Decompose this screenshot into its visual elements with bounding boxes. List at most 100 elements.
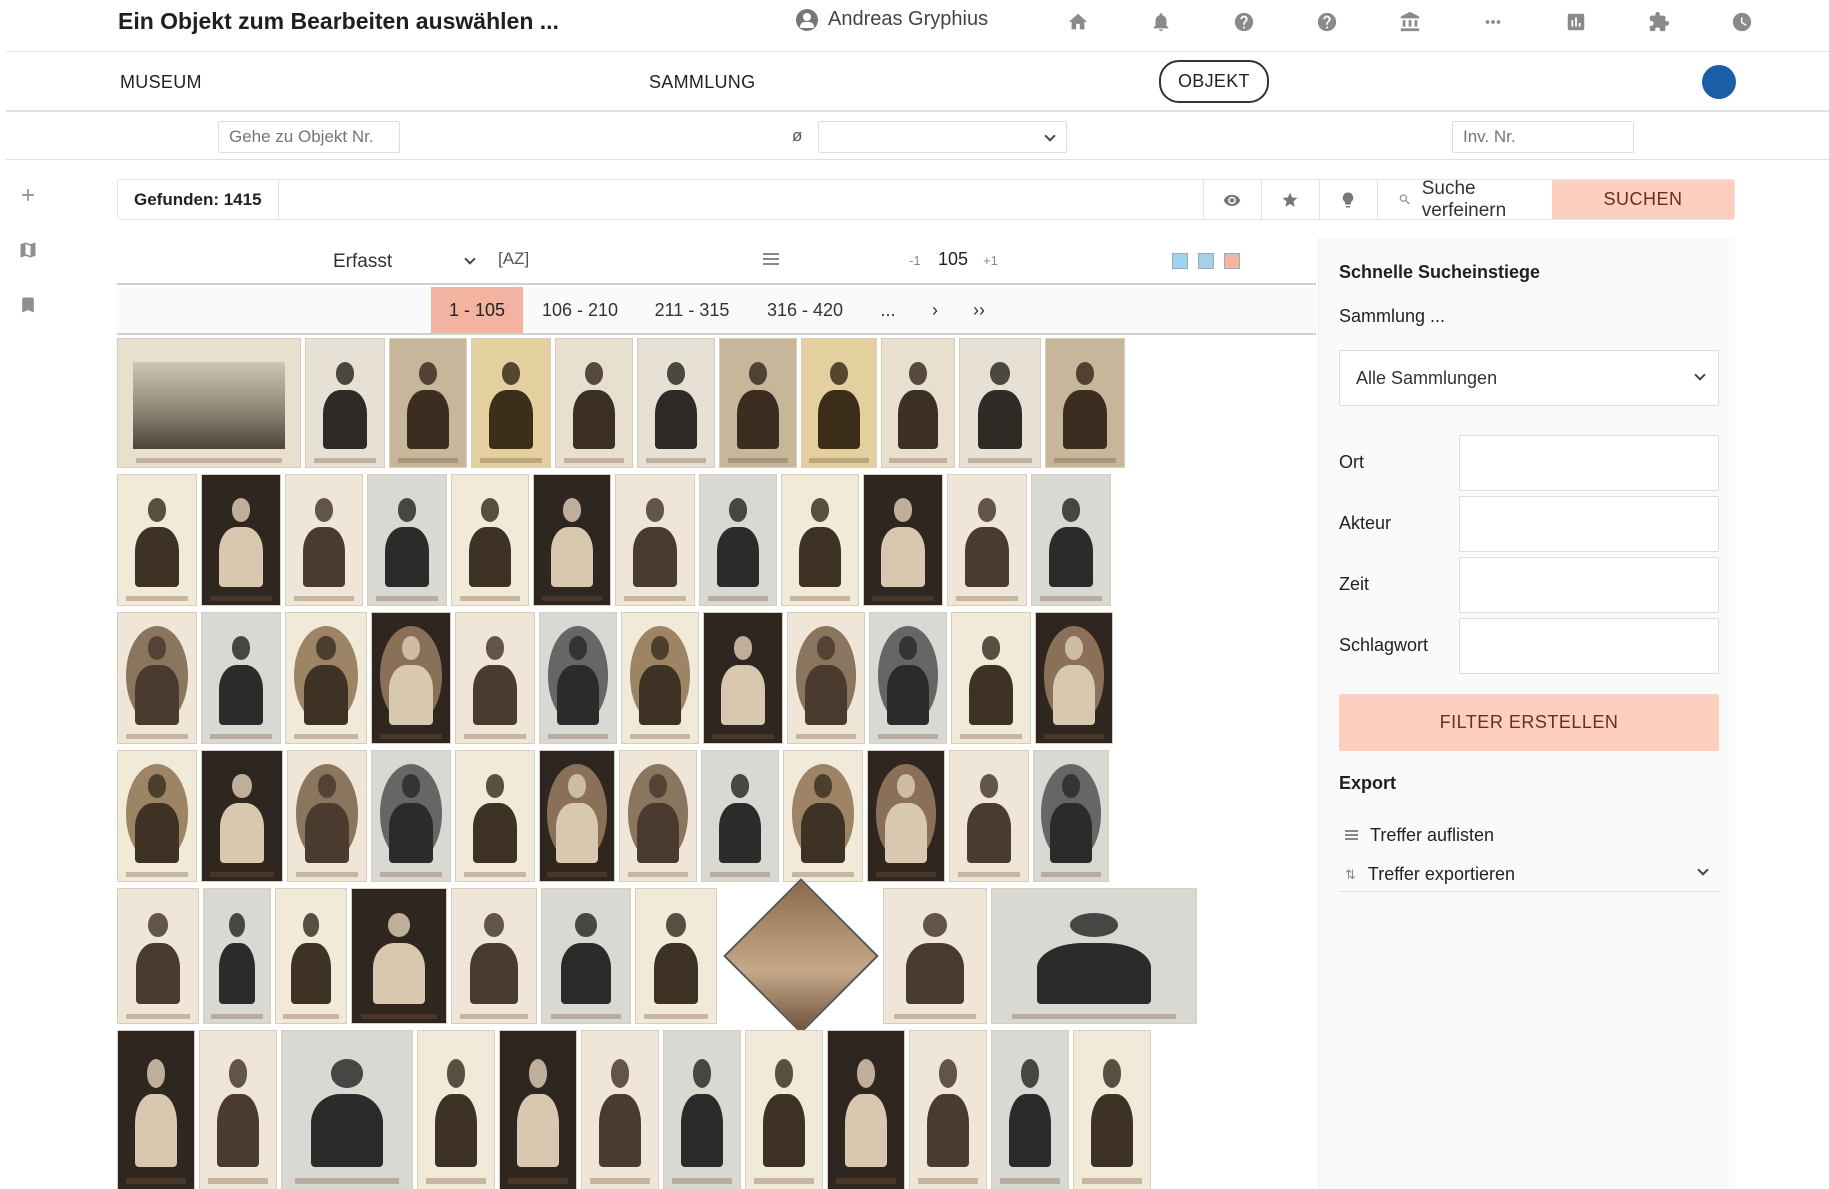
help-icon[interactable] (1202, 10, 1285, 34)
tab-sammlung[interactable]: SAMMLUNG (649, 72, 755, 93)
next-page-button[interactable]: › (913, 287, 957, 333)
schlagwort-input[interactable] (1459, 618, 1719, 674)
user-menu[interactable]: Andreas Gryphius (796, 8, 988, 31)
object-thumbnail[interactable] (499, 1030, 577, 1189)
list-hits-button[interactable]: Treffer auflisten (1339, 818, 1719, 852)
tab-museum[interactable]: MUSEUM (120, 72, 202, 93)
page-link[interactable]: 106 - 210 (523, 287, 637, 333)
search-button[interactable]: SUCHEN (1552, 180, 1734, 219)
object-thumbnail[interactable] (881, 338, 955, 468)
object-thumbnail[interactable] (117, 750, 197, 882)
object-thumbnail[interactable] (621, 612, 699, 744)
page-link[interactable]: 316 - 420 (747, 287, 863, 333)
object-thumbnail[interactable] (581, 1030, 659, 1189)
object-thumbnail[interactable] (663, 1030, 741, 1189)
plus-icon[interactable] (18, 185, 38, 205)
object-thumbnail[interactable] (867, 750, 945, 882)
object-thumbnail[interactable] (471, 338, 551, 468)
object-thumbnail[interactable] (1033, 750, 1109, 882)
object-thumbnail[interactable] (203, 888, 271, 1024)
object-thumbnail[interactable] (719, 338, 797, 468)
chart-icon[interactable] (1534, 10, 1617, 34)
object-thumbnail[interactable] (201, 612, 281, 744)
object-thumbnail[interactable] (201, 750, 283, 882)
object-thumbnail[interactable] (533, 474, 611, 606)
museum-icon[interactable] (1368, 10, 1451, 34)
page-link[interactable]: 211 - 315 (637, 287, 747, 333)
object-thumbnail[interactable] (539, 612, 617, 744)
object-thumbnail[interactable] (635, 888, 717, 1024)
collection-select[interactable]: Alle Sammlungen (1339, 350, 1719, 406)
object-thumbnail[interactable] (781, 474, 859, 606)
object-thumbnail[interactable] (949, 750, 1029, 882)
object-thumbnail[interactable] (281, 1030, 413, 1189)
object-thumbnail[interactable] (555, 338, 633, 468)
object-thumbnail[interactable] (1073, 1030, 1151, 1189)
object-thumbnail[interactable] (947, 474, 1027, 606)
inventory-number-input[interactable] (1452, 121, 1634, 153)
ort-input[interactable] (1459, 435, 1719, 491)
object-thumbnail[interactable] (991, 888, 1197, 1024)
object-thumbnail[interactable] (287, 750, 367, 882)
object-thumbnail[interactable] (991, 1030, 1069, 1189)
object-thumbnail[interactable] (539, 750, 615, 882)
list-view-icon[interactable] (763, 253, 779, 267)
sort-select[interactable]: Erfasst (321, 244, 488, 278)
thumb-size-medium[interactable] (1198, 253, 1214, 269)
object-thumbnail[interactable] (455, 612, 535, 744)
page-size-increase[interactable]: +1 (983, 253, 998, 268)
object-thumbnail[interactable] (285, 612, 367, 744)
refine-search-button[interactable]: Suche verfeinern (1377, 178, 1553, 221)
home-icon[interactable] (1036, 10, 1119, 34)
page-size-decrease[interactable]: -1 (909, 253, 921, 268)
thumb-size-small[interactable] (1172, 253, 1188, 269)
thumb-size-large[interactable] (1224, 253, 1240, 269)
object-thumbnail[interactable] (637, 338, 715, 468)
object-thumbnail[interactable] (305, 338, 385, 468)
object-thumbnail[interactable] (455, 750, 535, 882)
object-thumbnail[interactable] (801, 338, 877, 468)
object-thumbnail[interactable] (371, 750, 451, 882)
sort-direction-toggle[interactable]: [AZ] (498, 249, 529, 269)
puzzle-icon[interactable] (1617, 10, 1700, 34)
object-thumbnail[interactable] (117, 1030, 195, 1189)
object-thumbnail[interactable] (615, 474, 695, 606)
clock-icon[interactable] (1700, 10, 1783, 34)
object-thumbnail[interactable] (1045, 338, 1125, 468)
object-thumbnail[interactable] (723, 878, 879, 1034)
filter-select[interactable] (818, 121, 1067, 153)
help-icon[interactable] (1285, 10, 1368, 34)
status-indicator[interactable] (1702, 65, 1736, 99)
zeit-input[interactable] (1459, 557, 1719, 613)
object-thumbnail[interactable] (117, 888, 199, 1024)
page-link[interactable]: 1 - 105 (431, 287, 523, 333)
export-hits-button[interactable]: ⇅ Treffer exportieren (1339, 858, 1719, 892)
bell-icon[interactable] (1119, 10, 1202, 34)
object-thumbnail[interactable] (417, 1030, 495, 1189)
goto-object-input[interactable] (218, 121, 400, 153)
more-icon[interactable] (1451, 10, 1534, 34)
object-thumbnail[interactable] (783, 750, 863, 882)
object-thumbnail[interactable] (909, 1030, 987, 1189)
object-thumbnail[interactable] (787, 612, 865, 744)
object-thumbnail[interactable] (351, 888, 447, 1024)
favorite-button[interactable] (1261, 180, 1318, 219)
object-thumbnail[interactable] (367, 474, 447, 606)
view-toggle-button[interactable] (1203, 180, 1260, 219)
hint-button[interactable] (1319, 180, 1376, 219)
object-thumbnail[interactable] (1035, 612, 1113, 744)
object-thumbnail[interactable] (371, 612, 451, 744)
object-thumbnail[interactable] (117, 612, 197, 744)
object-thumbnail[interactable] (201, 474, 281, 606)
page-ellipsis[interactable]: ... (863, 287, 913, 333)
object-thumbnail[interactable] (275, 888, 347, 1024)
object-thumbnail[interactable] (117, 338, 301, 468)
object-thumbnail[interactable] (699, 474, 777, 606)
object-thumbnail[interactable] (619, 750, 697, 882)
object-thumbnail[interactable] (701, 750, 779, 882)
object-thumbnail[interactable] (451, 474, 529, 606)
object-thumbnail[interactable] (883, 888, 987, 1024)
object-thumbnail[interactable] (389, 338, 467, 468)
object-thumbnail[interactable] (863, 474, 943, 606)
tab-objekt[interactable]: OBJEKT (1159, 60, 1269, 103)
